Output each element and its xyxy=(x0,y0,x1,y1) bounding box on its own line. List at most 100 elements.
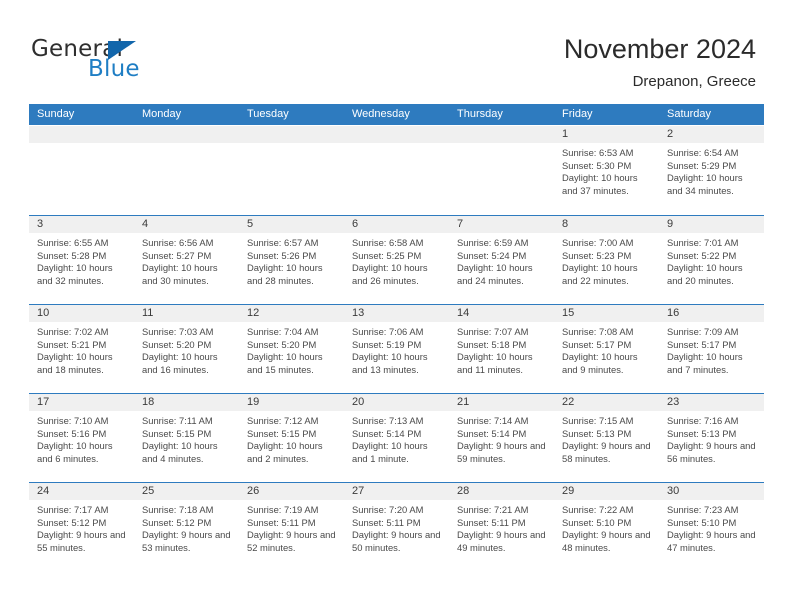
day-number: 7 xyxy=(449,216,554,233)
daylight-text: Daylight: 10 hours and 32 minutes. xyxy=(37,262,113,286)
day-number: 17 xyxy=(29,394,134,411)
weekday-header-thursday: Thursday xyxy=(457,108,503,120)
day-sun-info: Sunrise: 7:15 AM Sunset: 5:13 PM Daylight:… xyxy=(554,411,659,465)
calendar-day-cell[interactable]: 29 Sunrise: 7:22 AM Sunset: 5:10 PM Dayligh… xyxy=(554,483,659,571)
day-number: 9 xyxy=(659,216,764,233)
calendar-day-cell-empty xyxy=(239,126,344,215)
sunset-text: Sunset: 5:10 PM xyxy=(667,516,737,528)
day-number: 1 xyxy=(554,126,659,143)
calendar-day-cell[interactable]: 30 Sunrise: 7:23 AM Sunset: 5:10 PM Dayligh… xyxy=(659,483,764,571)
sunset-text: Sunset: 5:14 PM xyxy=(352,427,422,439)
weekday-header-row: Sunday Monday Tuesday Wednesday Thursday… xyxy=(29,104,764,125)
calendar-day-cell[interactable]: 15 Sunrise: 7:08 AM Sunset: 5:17 PM Dayligh… xyxy=(554,305,659,393)
calendar-week-row: 10 Sunrise: 7:02 AM Sunset: 5:21 PM Dayligh… xyxy=(29,304,764,393)
general-blue-logo: General Blue xyxy=(31,36,221,88)
sunset-text: Sunset: 5:22 PM xyxy=(667,249,737,261)
day-sun-info: Sunrise: 7:20 AM Sunset: 5:11 PM Daylight:… xyxy=(344,500,449,554)
page-header: General Blue November 2024 Drepanon, Gre… xyxy=(0,0,792,100)
day-sun-info: Sunrise: 6:59 AM Sunset: 5:24 PM Daylight:… xyxy=(449,233,554,287)
day-sun-info: Sunrise: 7:02 AM Sunset: 5:21 PM Daylight:… xyxy=(29,322,134,376)
sunset-text: Sunset: 5:17 PM xyxy=(667,338,737,350)
day-sun-info: Sunrise: 7:11 AM Sunset: 5:15 PM Daylight:… xyxy=(134,411,239,465)
sunset-text: Sunset: 5:13 PM xyxy=(562,427,632,439)
calendar-day-cell[interactable]: 19 Sunrise: 7:12 AM Sunset: 5:15 PM Dayligh… xyxy=(239,394,344,482)
calendar-day-cell[interactable]: 4 Sunrise: 6:56 AM Sunset: 5:27 PM Daylight… xyxy=(134,216,239,304)
calendar-day-cell[interactable]: 8 Sunrise: 7:00 AM Sunset: 5:23 PM Daylight… xyxy=(554,216,659,304)
calendar-day-cell[interactable]: 27 Sunrise: 7:20 AM Sunset: 5:11 PM Dayligh… xyxy=(344,483,449,571)
calendar-day-cell[interactable]: 17 Sunrise: 7:10 AM Sunset: 5:16 PM Dayligh… xyxy=(29,394,134,482)
calendar-page: General Blue November 2024 Drepanon, Gre… xyxy=(0,0,792,612)
calendar-day-cell[interactable]: 20 Sunrise: 7:13 AM Sunset: 5:14 PM Dayligh… xyxy=(344,394,449,482)
calendar-day-cell[interactable]: 25 Sunrise: 7:18 AM Sunset: 5:12 PM Dayligh… xyxy=(134,483,239,571)
sunrise-text: Sunrise: 7:17 AM xyxy=(37,504,109,515)
sunset-text: Sunset: 5:20 PM xyxy=(247,338,317,350)
day-number: 6 xyxy=(344,216,449,233)
sunrise-text: Sunrise: 7:16 AM xyxy=(667,415,739,426)
sunset-text: Sunset: 5:30 PM xyxy=(562,159,632,171)
sunrise-text: Sunrise: 7:13 AM xyxy=(352,415,424,426)
day-number: 20 xyxy=(344,394,449,411)
daylight-text: Daylight: 10 hours and 6 minutes. xyxy=(37,440,113,464)
calendar-day-cell[interactable]: 16 Sunrise: 7:09 AM Sunset: 5:17 PM Dayligh… xyxy=(659,305,764,393)
daylight-text: Daylight: 10 hours and 20 minutes. xyxy=(667,262,743,286)
sunset-text: Sunset: 5:12 PM xyxy=(142,516,212,528)
sunset-text: Sunset: 5:23 PM xyxy=(562,249,632,261)
day-sun-info: Sunrise: 6:53 AM Sunset: 5:30 PM Daylight:… xyxy=(554,143,659,197)
day-number: 13 xyxy=(344,305,449,322)
calendar-day-cell[interactable]: 21 Sunrise: 7:14 AM Sunset: 5:14 PM Dayligh… xyxy=(449,394,554,482)
calendar-day-cell-empty xyxy=(449,126,554,215)
calendar-week-row: 3 Sunrise: 6:55 AM Sunset: 5:28 PM Daylight… xyxy=(29,215,764,304)
day-number: 21 xyxy=(449,394,554,411)
weeks-container: 1 Sunrise: 6:53 AM Sunset: 5:30 PM Daylight… xyxy=(29,126,764,571)
day-sun-info: Sunrise: 6:54 AM Sunset: 5:29 PM Daylight:… xyxy=(659,143,764,197)
calendar-day-cell[interactable]: 2 Sunrise: 6:54 AM Sunset: 5:29 PM Daylight… xyxy=(659,126,764,215)
day-number: 5 xyxy=(239,216,344,233)
day-number: 2 xyxy=(659,126,764,143)
day-number: 3 xyxy=(29,216,134,233)
calendar-day-cell[interactable]: 28 Sunrise: 7:21 AM Sunset: 5:11 PM Dayligh… xyxy=(449,483,554,571)
calendar-day-cell[interactable]: 3 Sunrise: 6:55 AM Sunset: 5:28 PM Daylight… xyxy=(29,216,134,304)
calendar-day-cell[interactable]: 5 Sunrise: 6:57 AM Sunset: 5:26 PM Daylight… xyxy=(239,216,344,304)
daylight-text: Daylight: 9 hours and 56 minutes. xyxy=(667,440,756,464)
calendar-day-cell[interactable]: 12 Sunrise: 7:04 AM Sunset: 5:20 PM Dayligh… xyxy=(239,305,344,393)
day-number: 12 xyxy=(239,305,344,322)
day-sun-info: Sunrise: 7:07 AM Sunset: 5:18 PM Daylight:… xyxy=(449,322,554,376)
sunset-text: Sunset: 5:18 PM xyxy=(457,338,527,350)
day-number xyxy=(239,126,344,143)
sunrise-text: Sunrise: 7:01 AM xyxy=(667,237,739,248)
weekday-header-monday: Monday xyxy=(142,108,182,120)
sunset-text: Sunset: 5:24 PM xyxy=(457,249,527,261)
calendar-day-cell[interactable]: 11 Sunrise: 7:03 AM Sunset: 5:20 PM Dayligh… xyxy=(134,305,239,393)
day-number: 10 xyxy=(29,305,134,322)
calendar-day-cell[interactable]: 13 Sunrise: 7:06 AM Sunset: 5:19 PM Dayligh… xyxy=(344,305,449,393)
calendar-day-cell[interactable]: 22 Sunrise: 7:15 AM Sunset: 5:13 PM Dayligh… xyxy=(554,394,659,482)
calendar-day-cell[interactable]: 14 Sunrise: 7:07 AM Sunset: 5:18 PM Dayligh… xyxy=(449,305,554,393)
day-sun-info: Sunrise: 7:19 AM Sunset: 5:11 PM Daylight:… xyxy=(239,500,344,554)
calendar-day-cell[interactable]: 23 Sunrise: 7:16 AM Sunset: 5:13 PM Dayligh… xyxy=(659,394,764,482)
calendar-day-cell[interactable]: 26 Sunrise: 7:19 AM Sunset: 5:11 PM Dayligh… xyxy=(239,483,344,571)
calendar-grid: Sunday Monday Tuesday Wednesday Thursday… xyxy=(29,104,764,571)
calendar-day-cell-empty xyxy=(29,126,134,215)
sunset-text: Sunset: 5:12 PM xyxy=(37,516,107,528)
weekday-header-tuesday: Tuesday xyxy=(247,108,289,120)
calendar-day-cell[interactable]: 9 Sunrise: 7:01 AM Sunset: 5:22 PM Daylight… xyxy=(659,216,764,304)
calendar-day-cell[interactable]: 18 Sunrise: 7:11 AM Sunset: 5:15 PM Dayligh… xyxy=(134,394,239,482)
daylight-text: Daylight: 10 hours and 34 minutes. xyxy=(667,172,743,196)
sunrise-text: Sunrise: 7:11 AM xyxy=(142,415,213,426)
sunrise-text: Sunrise: 6:56 AM xyxy=(142,237,214,248)
daylight-text: Daylight: 10 hours and 18 minutes. xyxy=(37,351,113,375)
calendar-day-cell[interactable]: 24 Sunrise: 7:17 AM Sunset: 5:12 PM Dayligh… xyxy=(29,483,134,571)
day-sun-info: Sunrise: 7:23 AM Sunset: 5:10 PM Daylight:… xyxy=(659,500,764,554)
sunset-text: Sunset: 5:15 PM xyxy=(142,427,212,439)
calendar-day-cell[interactable]: 6 Sunrise: 6:58 AM Sunset: 5:25 PM Daylight… xyxy=(344,216,449,304)
calendar-day-cell[interactable]: 7 Sunrise: 6:59 AM Sunset: 5:24 PM Daylight… xyxy=(449,216,554,304)
daylight-text: Daylight: 10 hours and 26 minutes. xyxy=(352,262,428,286)
day-number: 11 xyxy=(134,305,239,322)
calendar-day-cell[interactable]: 1 Sunrise: 6:53 AM Sunset: 5:30 PM Daylight… xyxy=(554,126,659,215)
day-number xyxy=(449,126,554,143)
day-number: 26 xyxy=(239,483,344,500)
calendar-day-cell[interactable]: 10 Sunrise: 7:02 AM Sunset: 5:21 PM Dayligh… xyxy=(29,305,134,393)
sunset-text: Sunset: 5:13 PM xyxy=(667,427,737,439)
weekday-header-friday: Friday xyxy=(562,108,593,120)
calendar-day-cell-empty xyxy=(344,126,449,215)
